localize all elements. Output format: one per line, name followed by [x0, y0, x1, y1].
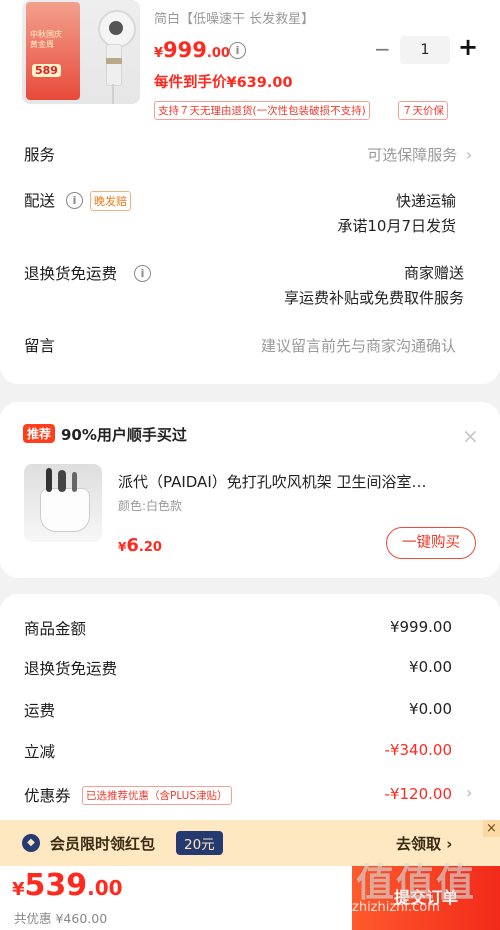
- total-saved: 共优惠 ¥460.00: [14, 911, 108, 926]
- delivery-method[interactable]: 快递运输: [396, 190, 456, 211]
- coupon-label: 优惠券: [24, 787, 71, 805]
- one-click-buy-button[interactable]: 一键购买: [386, 527, 476, 559]
- member-red-packet-text: 会员限时领红包: [50, 835, 156, 853]
- return-fee-label: 退换货免运费: [24, 265, 118, 283]
- hair-dryer-band: [106, 58, 122, 64]
- increase-quantity-button[interactable]: +: [458, 33, 478, 61]
- hair-dryer-cable: [112, 84, 114, 104]
- recommend-title: 90%用户顺手买过: [61, 426, 187, 444]
- recommend-item-spec: 颜色:白色款: [118, 499, 183, 513]
- close-icon[interactable]: ×: [462, 424, 479, 448]
- hair-dryer-handle: [106, 44, 122, 86]
- promo-poster: 中秋国庆 黄金周 589: [26, 2, 80, 100]
- late-delivery-compensation-tag: 晚发赔: [90, 191, 131, 211]
- quantity-input[interactable]: 1: [400, 36, 450, 64]
- recommend-item-price: ¥6.20: [118, 535, 162, 556]
- goods-amount-label: 商品金额: [24, 620, 87, 638]
- service-label: 服务: [24, 146, 56, 164]
- poster-line-1: 中秋国庆: [30, 30, 62, 39]
- shipping-value: ¥0.00: [409, 700, 452, 718]
- info-icon[interactable]: i: [134, 265, 151, 282]
- claim-button[interactable]: 去领取 ›: [396, 833, 452, 854]
- service-value: 可选保障服务: [367, 146, 458, 164]
- unit-price: 每件到手价¥639.00: [154, 75, 293, 91]
- watermark-logo: 值值值: [356, 861, 477, 905]
- coupon-value[interactable]: -¥120.00: [385, 785, 452, 803]
- dryer-holder-image: [40, 488, 90, 532]
- shipping-label: 运费: [24, 702, 56, 720]
- note-label: 留言: [24, 337, 56, 355]
- product-price: ¥999.00: [154, 38, 230, 62]
- recommend-item-image[interactable]: [24, 464, 102, 542]
- info-icon[interactable]: i: [66, 192, 83, 209]
- recommend-price-integer: 6: [126, 535, 139, 556]
- total-price: ¥539.00: [12, 868, 123, 903]
- instant-discount-value: -¥340.00: [384, 741, 452, 759]
- coupon-tag: 已选推荐优惠（含PLUS津贴）: [82, 786, 232, 805]
- recommend-badge: 推荐: [23, 424, 56, 443]
- total-decimal: .00: [87, 876, 123, 900]
- member-icon: ◆: [22, 834, 40, 852]
- delivery-label: 配送: [24, 192, 56, 210]
- chevron-right-icon[interactable]: ›: [466, 783, 472, 802]
- close-icon[interactable]: ×: [483, 820, 500, 837]
- total-symbol: ¥: [12, 879, 25, 900]
- price-integer: 999: [163, 38, 207, 62]
- return-fee-detail: 享运费补贴或免费取件服务: [283, 289, 464, 307]
- hair-dryer-core: [109, 21, 123, 35]
- delivery-promise: 承诺10月7日发货: [337, 217, 456, 235]
- goods-amount-value: ¥999.00: [389, 618, 452, 636]
- product-thumbnail[interactable]: 中秋国庆 黄金周 589: [22, 0, 140, 104]
- instant-discount-label: 立减: [24, 743, 56, 761]
- return-fee-summary-label: 退换货免运费: [24, 660, 118, 678]
- recommend-price-decimal: .20: [138, 540, 162, 555]
- poster-line-2: 黄金周: [30, 40, 54, 49]
- price-protect-tag: ７天价保: [398, 101, 448, 120]
- brush-shape: [72, 472, 77, 492]
- brush-shape: [46, 468, 52, 492]
- return-policy-tag: 支持７天无理由退货(一次性包装破损不支持): [154, 101, 370, 120]
- product-title[interactable]: 简白【低噪速干 长发救星】: [154, 8, 314, 27]
- recommend-item-title[interactable]: 派代（PAIDAI）免打孔吹风机架 卫生间浴室…: [118, 471, 427, 492]
- watermark-url: zhizhizhi.com: [352, 900, 440, 915]
- total-integer: 539: [24, 868, 88, 903]
- chevron-right-icon: ›: [466, 146, 472, 164]
- price-decimal: .00: [206, 46, 230, 61]
- note-input[interactable]: 建议留言前先与商家沟通确认: [261, 335, 456, 356]
- poster-price: 589: [32, 64, 61, 77]
- service-options-link[interactable]: 可选保障服务 ›: [367, 144, 472, 165]
- return-fee-summary-value: ¥0.00: [409, 658, 452, 676]
- red-packet-amount: 20元: [176, 831, 223, 855]
- info-icon[interactable]: i: [229, 42, 246, 59]
- order-item-card: 中秋国庆 黄金周 589 简白【低噪速干 长发救星】 ¥999.00 i − 1…: [0, 0, 500, 384]
- price-symbol: ¥: [154, 46, 164, 61]
- brush-shape: [58, 470, 66, 492]
- decrease-quantity-button[interactable]: −: [374, 37, 391, 61]
- return-fee-value: 商家赠送: [403, 264, 464, 282]
